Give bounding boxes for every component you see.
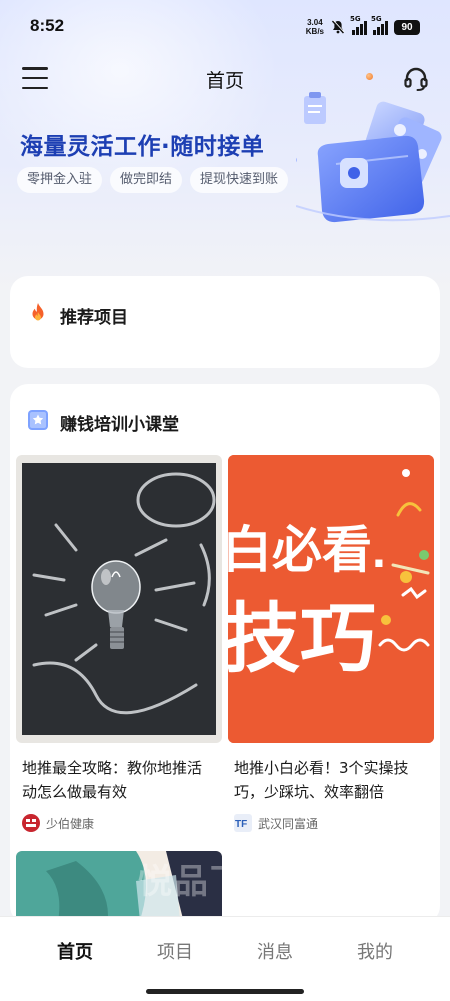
recommend-header: 推荐项目 [26, 301, 128, 329]
status-time: 8:52 [30, 16, 65, 35]
source-logo-icon: TF [234, 814, 252, 832]
banner-title: 海量灵活工作·随时接单 [20, 134, 265, 160]
net-speed-value: 3.04 [307, 18, 323, 27]
article-title: 地推小白必看！3个实操技巧，少踩坑、效率翻倍 [234, 759, 409, 801]
net-speed-unit: KB/s [305, 27, 324, 36]
banner-tag: 提现快速到账 [190, 167, 289, 193]
wallet-illustration [291, 88, 450, 238]
status-bar: 8:52 3.04 KB/s 5G 5G 90 [0, 0, 450, 52]
fire-icon [26, 301, 50, 329]
net-speed: 3.04 KB/s [306, 18, 324, 36]
article-source: TF 武汉同富通 [234, 814, 428, 832]
source-logo-icon [22, 814, 40, 832]
status-right: 3.04 KB/s 5G 5G 90 [306, 15, 420, 38]
article-thumbnail-lightbulb [16, 455, 222, 743]
source-name: 武汉同富通 [258, 816, 319, 831]
banner-tags: 零押金入驻 做完即结 提现快速到账 [17, 167, 289, 193]
signal-1-icon: 5G [350, 15, 367, 35]
tab-mine[interactable]: 我的 [335, 938, 415, 964]
tab-projects[interactable]: 项目 [135, 938, 215, 964]
svg-text:TF: TF [235, 819, 247, 830]
training-header: 赚钱培训小课堂 [26, 408, 179, 436]
article-card[interactable]: 白必看. 技巧 地推小白必看！3个实操技巧，少踩坑、效率翻倍 TF 武汉同富通 [228, 455, 434, 832]
article-thumbnail-orange: 白必看. 技巧 [228, 455, 434, 743]
home-indicator[interactable] [146, 989, 304, 994]
training-title: 赚钱培训小课堂 [60, 414, 179, 435]
signal-1-label: 5G [350, 15, 361, 23]
article-title: 地推最全攻略：教你地推活动怎么做最有效 [22, 759, 203, 801]
article-source: 少伯健康 [22, 814, 216, 832]
thumb-text-line2: 技巧 [228, 597, 376, 682]
training-card: 赚钱培训小课堂 地推最全攻略：教你地推活动怎么做最有效 少伯健康 白必看. 技巧… [10, 384, 440, 924]
signal-2-icon: 5G [371, 15, 388, 35]
article-card[interactable]: 地推最全攻略：教你地推活动怎么做最有效 少伯健康 [16, 455, 222, 832]
recommend-title: 推荐项目 [60, 307, 128, 328]
banner-tag: 零押金入驻 [17, 167, 103, 193]
watermark-text: 悦品下载 [138, 862, 282, 902]
tab-home[interactable]: 首页 [35, 938, 115, 964]
bell-muted-icon [330, 19, 346, 35]
battery-level: 90 [394, 19, 420, 35]
book-star-icon [26, 408, 50, 436]
banner-tag: 做完即结 [110, 167, 183, 193]
recommend-card[interactable]: 推荐项目 [10, 276, 440, 368]
source-name: 少伯健康 [46, 816, 95, 831]
signal-2-label: 5G [371, 15, 382, 23]
notification-dot [366, 73, 373, 80]
tab-messages[interactable]: 消息 [235, 938, 315, 964]
thumb-text-line1: 白必看. [228, 522, 386, 578]
